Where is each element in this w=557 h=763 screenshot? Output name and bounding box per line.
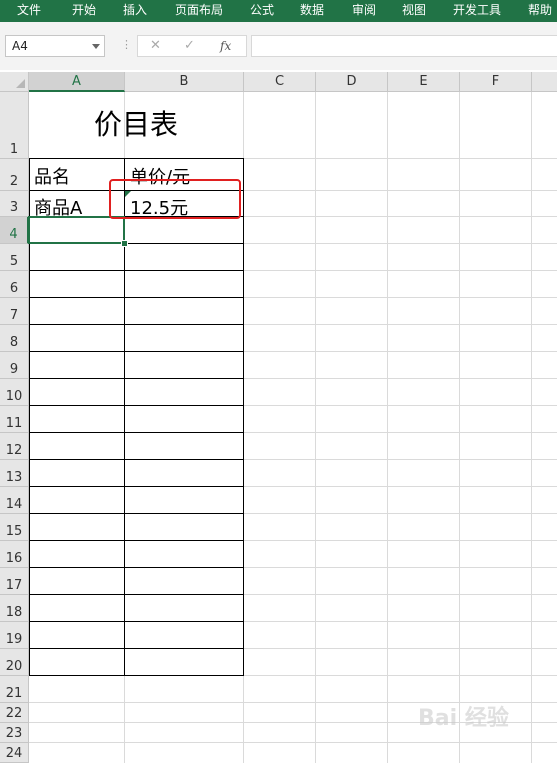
row-header-20[interactable]: 20 [0, 649, 29, 676]
row-header-9[interactable]: 9 [0, 352, 29, 379]
row-header-7[interactable]: 7 [0, 298, 29, 325]
tab-help[interactable]: 帮助 [528, 0, 552, 22]
column-header-e[interactable]: E [388, 72, 460, 92]
select-all-button[interactable] [0, 72, 29, 92]
row-header-24[interactable]: 24 [0, 743, 29, 763]
row-header-22[interactable]: 22 [0, 703, 29, 723]
sheet-title-cell[interactable]: 价目表 [29, 92, 243, 158]
ribbon-tab-bar: 文件 开始 插入 页面布局 公式 数据 审阅 视图 开发工具 帮助 [0, 0, 557, 22]
row-header-21[interactable]: 21 [0, 676, 29, 703]
header-cell-name[interactable]: 品名 [34, 163, 70, 189]
formula-input[interactable] [251, 35, 557, 57]
confirm-icon[interactable]: ✓ [184, 38, 195, 53]
row-header-5[interactable]: 5 [0, 244, 29, 271]
column-header-b[interactable]: B [125, 72, 244, 92]
row-header-4[interactable]: 4 [0, 217, 29, 244]
tab-view[interactable]: 视图 [402, 0, 426, 22]
row-header-8[interactable]: 8 [0, 325, 29, 352]
highlight-box [109, 179, 241, 219]
active-cell-outline[interactable] [28, 216, 125, 244]
tab-review[interactable]: 审阅 [352, 0, 376, 22]
row-header-19[interactable]: 19 [0, 622, 29, 649]
formula-buttons: ✕ ✓ fx [137, 35, 247, 57]
tab-data[interactable]: 数据 [300, 0, 324, 22]
more-options-icon[interactable]: ⋮ [121, 38, 132, 51]
insert-function-icon[interactable]: fx [220, 39, 231, 53]
column-header-a[interactable]: A [29, 72, 125, 92]
formula-toolbar: A4 ⋮ ✕ ✓ fx [0, 22, 557, 70]
fill-handle[interactable] [121, 240, 128, 247]
row-header-10[interactable]: 10 [0, 379, 29, 406]
row-header-14[interactable]: 14 [0, 487, 29, 514]
row-header-16[interactable]: 16 [0, 541, 29, 568]
tab-insert[interactable]: 插入 [123, 0, 147, 22]
row-header-1[interactable]: 1 [0, 92, 29, 159]
row-header-15[interactable]: 15 [0, 514, 29, 541]
column-header-d[interactable]: D [316, 72, 388, 92]
tab-developer[interactable]: 开发工具 [453, 0, 501, 22]
row-header-2[interactable]: 2 [0, 159, 29, 191]
watermark: Bai 经验 [418, 706, 509, 731]
row-header-11[interactable]: 11 [0, 406, 29, 433]
name-box[interactable]: A4 [5, 35, 105, 57]
chevron-down-icon[interactable] [92, 44, 100, 49]
row-header-3[interactable]: 3 [0, 191, 29, 217]
row-header-6[interactable]: 6 [0, 271, 29, 298]
column-header-g[interactable] [532, 72, 557, 92]
tab-page-layout[interactable]: 页面布局 [175, 0, 223, 22]
name-box-value: A4 [12, 39, 28, 53]
column-header-f[interactable]: F [460, 72, 532, 92]
tab-formulas[interactable]: 公式 [250, 0, 274, 22]
cancel-icon[interactable]: ✕ [150, 38, 161, 53]
row-header-18[interactable]: 18 [0, 595, 29, 622]
column-header-c[interactable]: C [244, 72, 316, 92]
tab-home[interactable]: 开始 [72, 0, 96, 22]
tab-file[interactable]: 文件 [17, 0, 41, 22]
row-header-12[interactable]: 12 [0, 433, 29, 460]
row-header-13[interactable]: 13 [0, 460, 29, 487]
row-header-17[interactable]: 17 [0, 568, 29, 595]
row-header-23[interactable]: 23 [0, 723, 29, 743]
